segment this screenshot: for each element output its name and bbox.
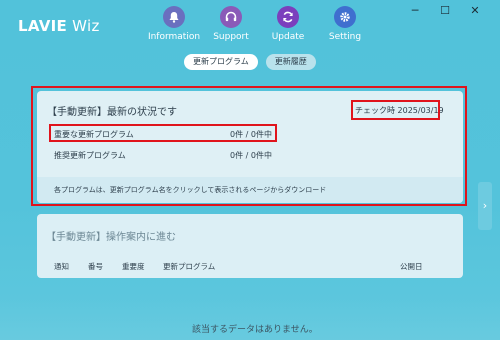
logo-wiz: Wiz <box>72 17 100 35</box>
app-window: LAVIE Wiz ─ ☐ ✕ Information Support Upda… <box>0 0 500 340</box>
nav-update[interactable]: Update <box>259 6 317 42</box>
nav-support-label: Support <box>213 32 249 42</box>
update-tabs: 更新プログラム 更新履歴 <box>184 54 316 70</box>
next-page-button[interactable]: › <box>478 182 492 230</box>
close-button[interactable]: ✕ <box>460 4 490 18</box>
nav-update-label: Update <box>271 32 305 42</box>
nav-information[interactable]: Information <box>145 6 203 42</box>
nav-information-label: Information <box>147 32 201 42</box>
guide-title[interactable]: 【手動更新】操作案内に進む <box>46 228 176 243</box>
minimize-button[interactable]: ─ <box>400 4 430 18</box>
highlight-check-time <box>351 100 440 120</box>
col-number: 番号 <box>88 262 103 271</box>
highlight-important-updates <box>49 124 277 142</box>
col-release-date: 公開日 <box>400 262 423 271</box>
headset-icon <box>220 6 242 28</box>
main-nav: Information Support Update Setting <box>145 6 373 42</box>
bell-icon <box>163 6 185 28</box>
nav-support[interactable]: Support <box>202 6 260 42</box>
nav-setting-label: Setting <box>328 32 362 42</box>
tab-update-history[interactable]: 更新履歴 <box>265 54 316 70</box>
window-controls: ─ ☐ ✕ <box>400 4 490 18</box>
maximize-button[interactable]: ☐ <box>430 4 460 18</box>
chevron-right-icon: › <box>482 199 488 212</box>
gear-icon <box>334 6 356 28</box>
logo-lavie: LAVIE <box>18 17 68 35</box>
nav-setting[interactable]: Setting <box>316 6 374 42</box>
refresh-icon <box>277 6 299 28</box>
app-logo: LAVIE Wiz <box>18 17 100 35</box>
tab-update-program[interactable]: 更新プログラム <box>184 54 258 70</box>
empty-message: 該当するデータはありません。 <box>192 325 318 335</box>
manual-update-guide-panel: 【手動更新】操作案内に進む 通知 番号 重要度 更新プログラム 公開日 <box>37 214 463 278</box>
col-update-program: 更新プログラム <box>163 262 216 271</box>
col-severity: 重要度 <box>122 262 145 271</box>
col-notify: 通知 <box>54 262 69 271</box>
